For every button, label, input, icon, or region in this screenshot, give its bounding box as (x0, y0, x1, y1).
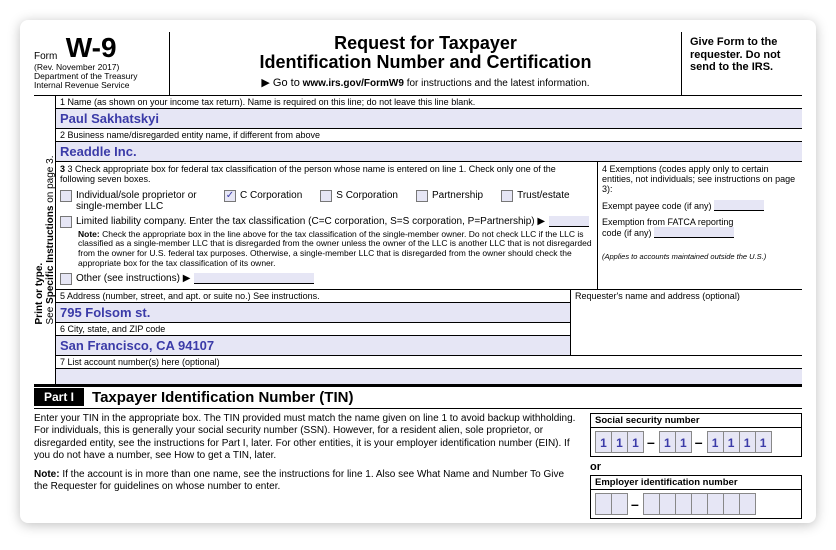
tin-text: Enter your TIN in the appropriate box. T… (34, 409, 584, 523)
line-5-label: 5 Address (number, street, and apt. or s… (56, 290, 570, 302)
tin-section: Enter your TIN in the appropriate box. T… (34, 409, 802, 523)
form-header: Form W-9 (Rev. November 2017) Department… (34, 32, 802, 96)
line-6-label: 6 City, state, and ZIP code (56, 322, 570, 335)
form-title-2: Identification Number and Certification (176, 53, 675, 72)
line-6-value[interactable]: San Francisco, CA 94107 (56, 335, 570, 355)
ein-box: Employer identification number – (590, 475, 802, 519)
line-5-value[interactable]: 795 Folsom st. (56, 302, 570, 322)
tin-note: Note: If the account is in more than one… (34, 469, 576, 494)
llc-note: Note: Check the appropriate box in the l… (78, 230, 593, 269)
header-right: Give Form to the requester. Do not send … (682, 32, 802, 95)
or-label: or (590, 461, 802, 473)
part-1-label: Part I (34, 388, 84, 406)
line-1-value[interactable]: Paul Sakhatskyi (56, 108, 802, 128)
goto-line: ▶ Go to www.irs.gov/FormW9 for instructi… (176, 76, 675, 89)
ein-label: Employer identification number (591, 476, 801, 490)
form-word: Form (34, 51, 57, 62)
exempt-payee: Exempt payee code (if any) (602, 200, 798, 211)
line-4-block: 4 Exemptions (codes apply only to certai… (598, 162, 802, 289)
main-column: 1 Name (as shown on your income tax retu… (56, 96, 802, 384)
checkbox-individual[interactable]: Individual/sole proprietor or single-mem… (60, 190, 206, 212)
w9-form: Form W-9 (Rev. November 2017) Department… (20, 20, 816, 523)
goto-suffix: for instructions and the latest informat… (407, 78, 590, 89)
applies-note: (Applies to accounts maintained outside … (602, 252, 798, 261)
checkbox-llc[interactable]: Limited liability company. Enter the tax… (60, 216, 593, 228)
form-body: Print or type. See Specific Instructions… (34, 96, 802, 385)
tin-boxes: Social security number 111 – 11 – 1111 o… (584, 409, 802, 523)
exempt-payee-input[interactable] (714, 200, 764, 211)
line-7-value[interactable] (56, 368, 802, 384)
line-1-label: 1 Name (as shown on your income tax retu… (56, 96, 802, 108)
line-3-block: 3 3 Check appropriate box for federal ta… (56, 162, 598, 289)
other-input[interactable] (194, 273, 314, 284)
form-number: W-9 (66, 34, 117, 62)
dept-line-2: Internal Revenue Service (34, 81, 165, 90)
header-center: Request for Taxpayer Identification Numb… (170, 32, 682, 95)
part-1-heading: Part I Taxpayer Identification Number (T… (34, 385, 802, 409)
line-3-label: 3 3 Check appropriate box for federal ta… (60, 164, 593, 184)
ssn-box: Social security number 111 – 11 – 1111 (590, 413, 802, 457)
requester-block[interactable]: Requester's name and address (optional) (570, 290, 802, 355)
line-7-label: 7 List account number(s) here (optional) (56, 355, 802, 368)
checkbox-other[interactable]: Other (see instructions) ▶ (60, 273, 593, 285)
header-left: Form W-9 (Rev. November 2017) Department… (34, 32, 170, 95)
checkbox-partnership[interactable]: Partnership (416, 190, 483, 212)
fatca: Exemption from FATCA reportingcode (if a… (602, 217, 798, 238)
checkbox-c-corp[interactable]: ✓C Corporation (224, 190, 302, 212)
arrow-icon: ▶ Go to (261, 77, 299, 89)
llc-classification-input[interactable] (549, 216, 589, 227)
side-label: Print or type. See Specific Instructions… (34, 96, 56, 384)
ssn-cells[interactable]: 111 – 11 – 1111 (591, 428, 801, 456)
line-4-label: 4 Exemptions (codes apply only to certai… (602, 164, 798, 194)
checkbox-s-corp[interactable]: S Corporation (320, 190, 398, 212)
line-2-value[interactable]: Readdle Inc. (56, 141, 802, 161)
tin-p1: Enter your TIN in the appropriate box. T… (34, 413, 576, 463)
ein-cells[interactable]: – (591, 490, 801, 518)
ssn-label: Social security number (591, 414, 801, 428)
form-title-1: Request for Taxpayer (176, 34, 675, 53)
checkbox-trust[interactable]: Trust/estate (501, 190, 569, 212)
fatca-input[interactable] (654, 227, 734, 238)
goto-url: www.irs.gov/FormW9 (303, 78, 404, 89)
part-1-title: Taxpayer Identification Number (TIN) (84, 387, 361, 408)
line-2-label: 2 Business name/disregarded entity name,… (56, 128, 802, 141)
